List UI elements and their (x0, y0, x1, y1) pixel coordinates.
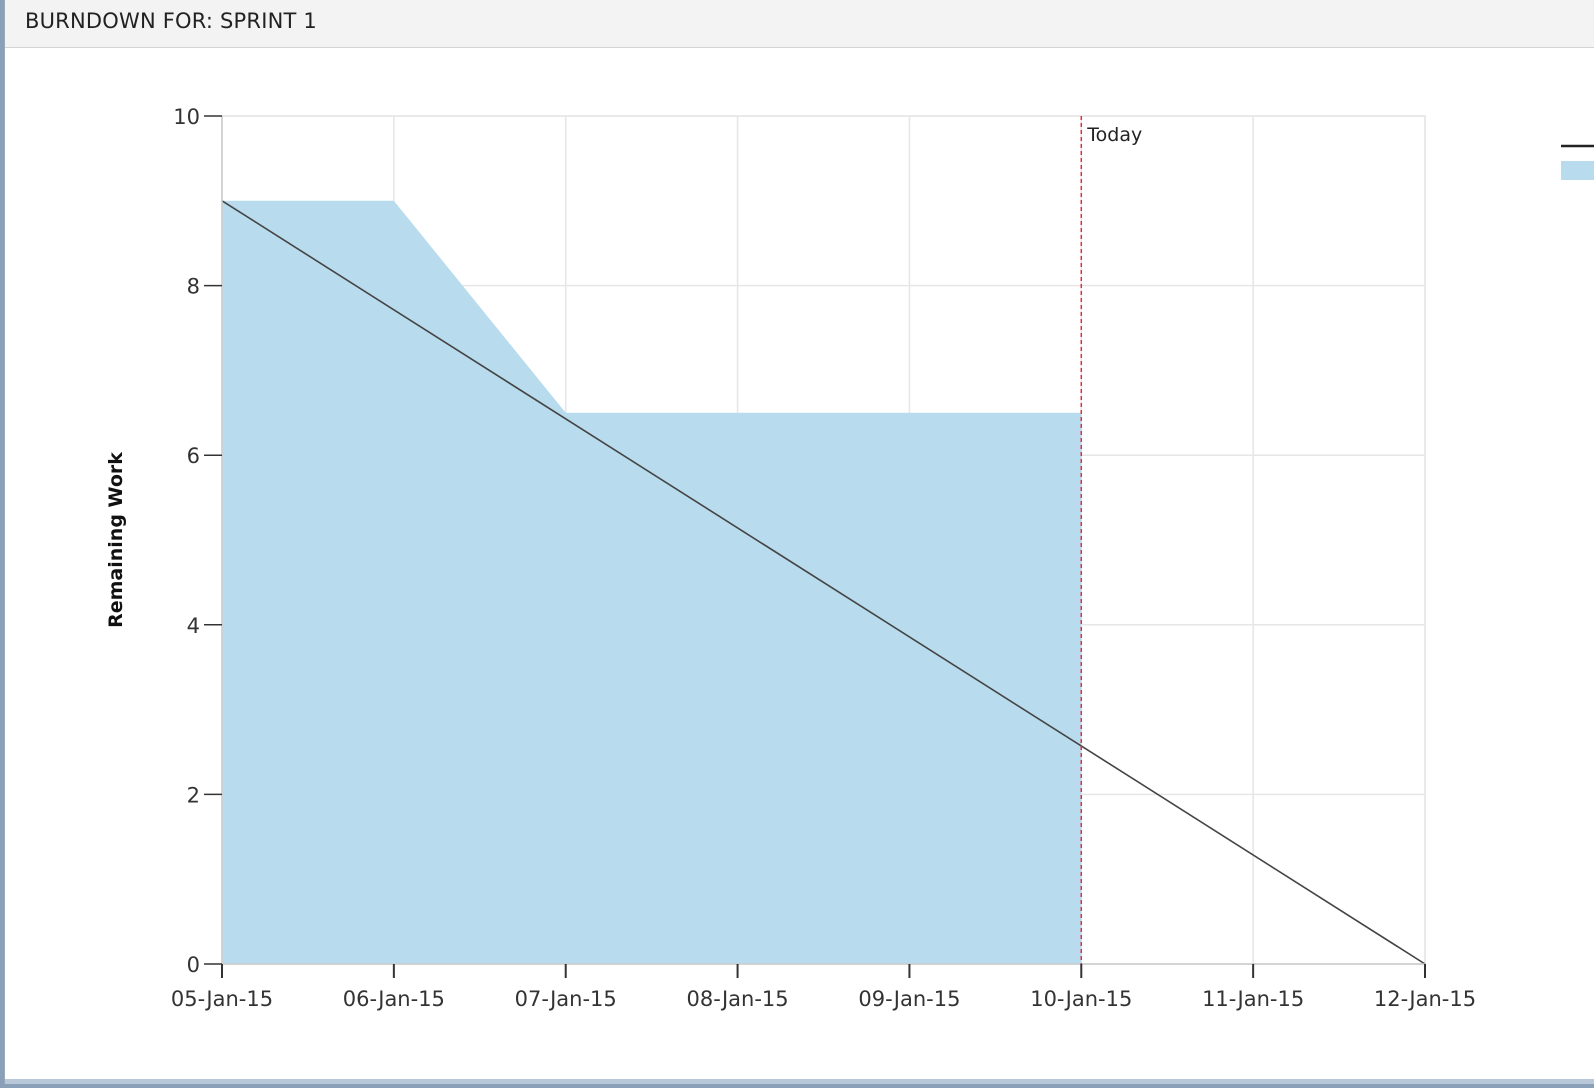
x-tick-label: 12-Jan-15 (1374, 987, 1476, 1011)
panel-header: BURNDOWN FOR: SPRINT 1 (5, 0, 1594, 48)
x-tick-label: 05-Jan-15 (171, 987, 273, 1011)
burndown-chart: 0 2 4 6 8 10 05-Jan-15 06-Jan-15 07-Jan-15 08-Jan… (105, 105, 1594, 1011)
x-tick-label: 07-Jan-15 (515, 987, 617, 1011)
x-tick-label: 11-Jan-15 (1202, 987, 1304, 1011)
bottom-border (5, 1079, 1594, 1084)
y-axis-title: Remaining Work (105, 452, 127, 628)
x-tick-label: 06-Jan-15 (343, 987, 445, 1011)
y-tick-label: 8 (187, 275, 200, 299)
y-tick-label: 4 (187, 614, 200, 638)
y-tick-label: 6 (187, 444, 200, 468)
legend (1561, 144, 1594, 180)
today-marker-label: Today (1086, 124, 1142, 146)
x-tick-label: 08-Jan-15 (687, 987, 789, 1011)
burndown-chart-area: 0 2 4 6 8 10 05-Jan-15 06-Jan-15 07-Jan-15 08-Jan… (5, 48, 1594, 1068)
page-title: BURNDOWN FOR: SPRINT 1 (25, 9, 317, 33)
y-tick-label: 0 (187, 953, 200, 977)
y-tick-label: 10 (173, 105, 200, 129)
legend-remaining-swatch (1561, 161, 1594, 180)
y-tick-label: 2 (187, 783, 200, 807)
burndown-window: BURNDOWN FOR: SPRINT 1 0 2 4 6 8 10 05-Jan-15 0… (4, 0, 1594, 1084)
x-tick-label: 10-Jan-15 (1030, 987, 1132, 1011)
x-tick-label: 09-Jan-15 (858, 987, 960, 1011)
